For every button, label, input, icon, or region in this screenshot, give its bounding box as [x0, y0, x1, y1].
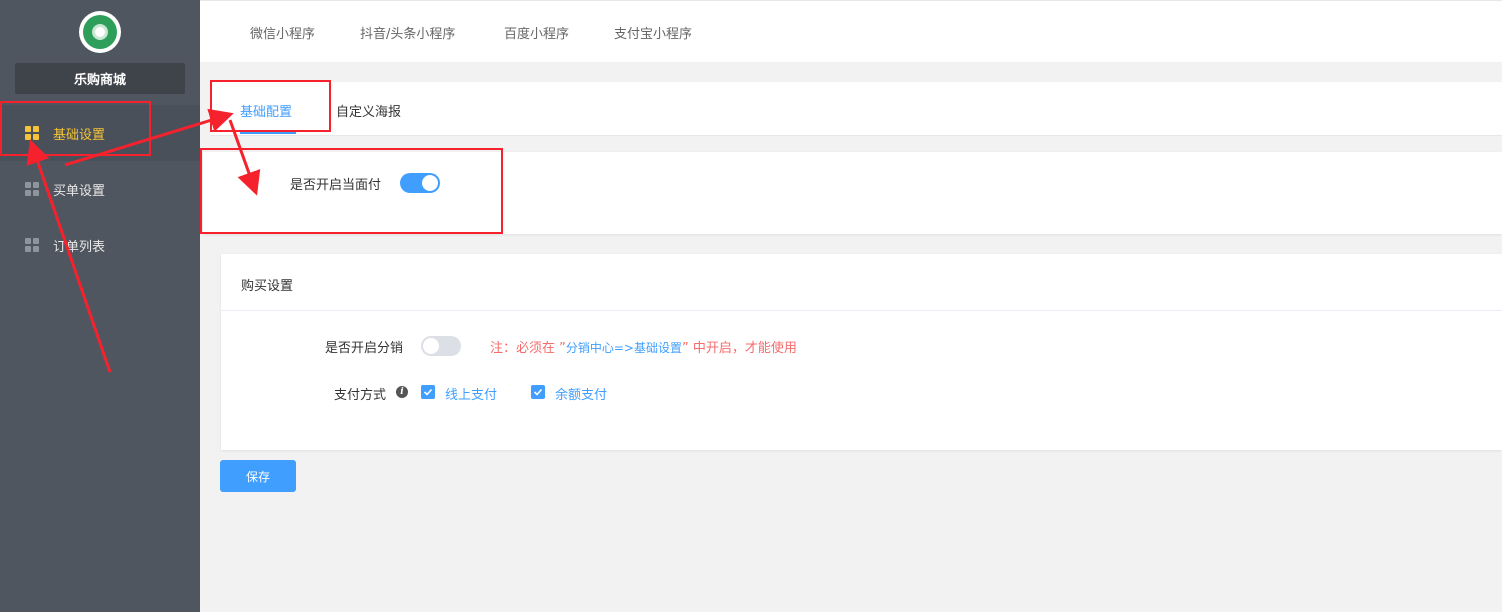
- info-icon[interactable]: i: [396, 386, 408, 398]
- grid-icon: [25, 238, 39, 252]
- balance-pay-checkbox[interactable]: [531, 385, 545, 399]
- annotation-box-tab: [210, 80, 331, 132]
- annotation-box-switch: [200, 148, 503, 234]
- save-button[interactable]: 保存: [220, 460, 296, 492]
- sidebar: 乐购商城 基础设置 买单设置 订单列表: [0, 0, 200, 612]
- sidebar-item-order-list[interactable]: 订单列表: [0, 217, 200, 273]
- shop-logo: [79, 11, 121, 53]
- online-pay-checkbox[interactable]: [421, 385, 435, 399]
- tab-baidu[interactable]: 百度小程序: [504, 23, 569, 42]
- grid-icon: [25, 182, 39, 196]
- tab-douyin[interactable]: 抖音/头条小程序: [360, 23, 455, 42]
- card-title: 购买设置: [241, 279, 294, 294]
- active-tab-indicator: [240, 132, 296, 134]
- config-tab-bar: 基础配置 自定义海报: [210, 82, 1502, 136]
- sidebar-item-label: 买单设置: [53, 183, 106, 199]
- platform-tab-bar: 微信小程序 抖音/头条小程序 百度小程序 支付宝小程序: [200, 0, 1502, 62]
- distribution-note: 注：必须在 ”分销中心=>基础设置” 中开启，才能使用: [490, 341, 797, 356]
- online-pay-label[interactable]: 线上支付: [445, 384, 497, 403]
- purchase-settings-card: 购买设置 是否开启分销 注：必须在 ”分销中心=>基础设置” 中开启，才能使用 …: [221, 254, 1502, 450]
- tab-wechat[interactable]: 微信小程序: [250, 23, 315, 42]
- payment-method-label: 支付方式: [334, 388, 387, 403]
- sidebar-item-checkout-settings[interactable]: 买单设置: [0, 161, 200, 217]
- annotation-box-sidebar: [0, 101, 151, 156]
- tab-alipay[interactable]: 支付宝小程序: [614, 23, 692, 42]
- tab-custom-poster[interactable]: 自定义海报: [336, 101, 401, 120]
- balance-pay-label[interactable]: 余额支付: [555, 384, 607, 403]
- sidebar-item-label: 订单列表: [53, 239, 106, 255]
- distribution-label: 是否开启分销: [325, 341, 404, 356]
- shop-name: 乐购商城: [15, 63, 185, 94]
- card-header: 购买设置: [221, 254, 1502, 311]
- distribution-switch[interactable]: [421, 336, 461, 356]
- distribution-center-link[interactable]: 分销中心=>基础设置: [566, 341, 682, 355]
